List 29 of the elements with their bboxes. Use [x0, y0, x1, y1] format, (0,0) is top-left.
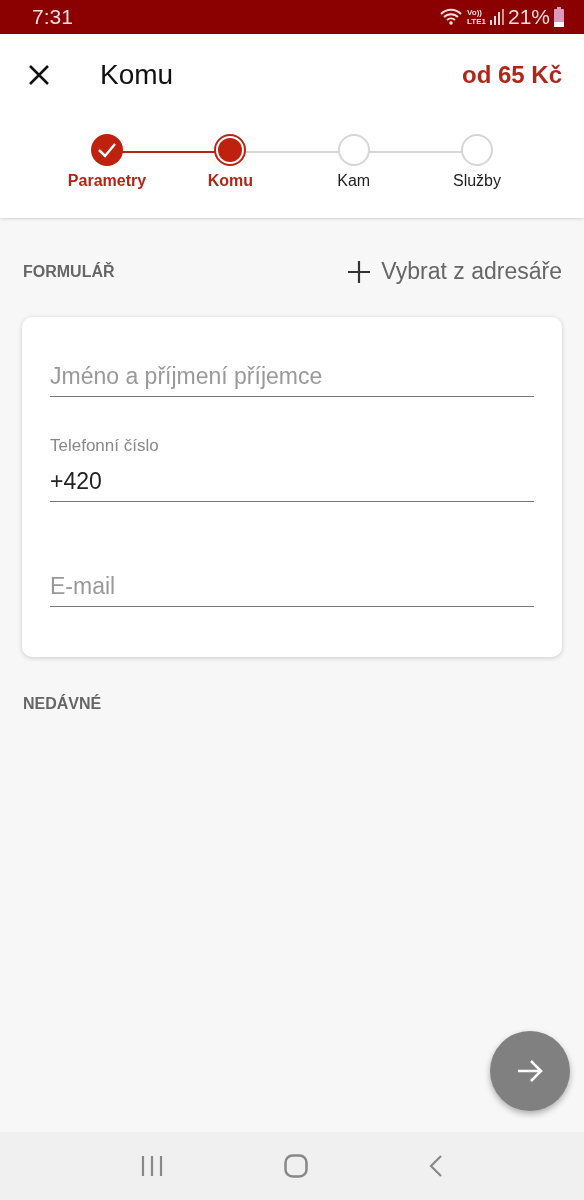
field-label: Telefonní číslo [50, 436, 160, 456]
arrow-right-icon [516, 1059, 544, 1083]
home-icon[interactable] [284, 1154, 308, 1178]
close-icon[interactable] [28, 64, 50, 86]
lte-label: LTE1 [467, 17, 486, 26]
recent-apps-icon[interactable] [140, 1155, 163, 1177]
section-title: FORMULÁŘ [23, 262, 115, 281]
input-field[interactable]: +420 [50, 468, 534, 502]
step-label: Komu [207, 172, 253, 190]
page-title: Komu [100, 59, 175, 91]
status-time: 7:31 [32, 5, 73, 29]
back-icon[interactable] [429, 1154, 444, 1178]
step-check-icon [91, 134, 123, 166]
battery-percent: 21% [507, 5, 550, 29]
next-button[interactable] [490, 1031, 570, 1111]
step-label: Parametry [67, 172, 147, 190]
price-label: od 65 Kč [461, 61, 562, 89]
address-book-button[interactable]: Vybrat z adresáře [347, 258, 562, 285]
battery-icon [554, 7, 564, 27]
signal-icon [489, 9, 504, 25]
input-field[interactable]: Jméno a příjmení příjemce [50, 363, 534, 397]
step-current-icon [214, 134, 247, 166]
input-field[interactable]: E-mail [50, 573, 534, 607]
volte-label: Vo)) [467, 8, 483, 17]
section-title: NEDÁVNÉ [23, 695, 102, 712]
wifi-icon [439, 8, 463, 26]
step-label: Služby [452, 172, 501, 190]
plus-icon [347, 259, 372, 284]
step-label: Kam [337, 172, 371, 190]
